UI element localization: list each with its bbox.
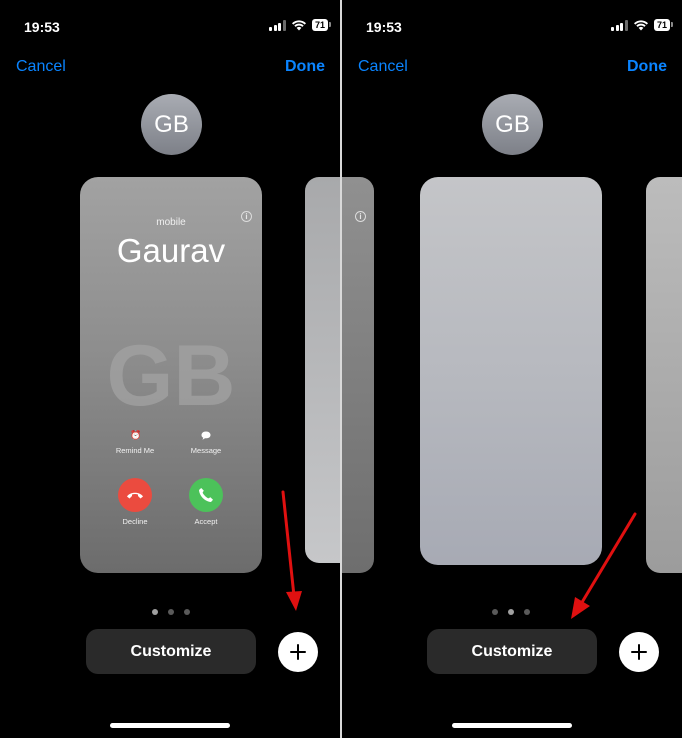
status-time: 19:53 — [24, 19, 60, 35]
signal-icon — [611, 19, 628, 31]
contact-poster-card[interactable]: i mobile Gaurav GB ⏰ Remind Me Message D… — [80, 177, 262, 573]
add-poster-button[interactable] — [619, 632, 659, 672]
poster-label: mobile — [156, 217, 186, 228]
alarm-icon: ⏰ — [130, 430, 142, 440]
phone-accept-icon — [199, 488, 213, 502]
home-indicator — [452, 723, 572, 728]
previous-poster-card[interactable]: i — [342, 177, 374, 573]
status-icons: 71 — [269, 19, 332, 31]
next-poster-card[interactable] — [305, 177, 340, 563]
battery-icon: 71 — [653, 19, 674, 31]
message-action: Message — [176, 431, 236, 455]
page-dot-2 — [508, 609, 514, 615]
battery-icon: 71 — [311, 19, 332, 31]
status-icons: 71 — [611, 19, 674, 31]
remind-me-label: Remind Me — [115, 446, 155, 455]
customize-button[interactable]: Customize — [427, 629, 597, 674]
done-button[interactable]: Done — [285, 58, 325, 76]
message-icon — [201, 431, 211, 440]
signal-icon — [269, 19, 286, 31]
page-dot-3 — [524, 609, 530, 615]
decline-label: Decline — [122, 517, 148, 526]
page-dot-1 — [492, 609, 498, 615]
page-dots — [492, 609, 530, 615]
wifi-icon — [633, 20, 648, 31]
page-dot-2 — [168, 609, 174, 615]
accept-button — [189, 478, 223, 512]
next-poster-card[interactable] — [646, 177, 682, 573]
left-screen: 19:53 71 Cancel Done GB i mobile Gaurav … — [0, 0, 340, 738]
page-dots — [152, 609, 190, 615]
status-time: 19:53 — [366, 19, 402, 35]
wifi-icon — [291, 20, 306, 31]
done-button[interactable]: Done — [627, 58, 667, 76]
new-poster-card[interactable] — [420, 177, 602, 565]
plus-icon — [290, 644, 306, 660]
avatar: GB — [141, 94, 202, 155]
phone-decline-icon — [127, 492, 143, 499]
decline-button — [118, 478, 152, 512]
right-screen: 19:53 71 Cancel Done GB i Customize — [342, 0, 682, 738]
message-label: Message — [190, 446, 222, 455]
remind-me-action: ⏰ Remind Me — [105, 430, 165, 456]
avatar: GB — [482, 94, 543, 155]
plus-icon — [631, 644, 647, 660]
poster-monogram: GB — [106, 328, 236, 424]
home-indicator — [110, 723, 230, 728]
cancel-button[interactable]: Cancel — [16, 58, 66, 76]
poster-name: Gaurav — [116, 232, 226, 269]
add-poster-button[interactable] — [278, 632, 318, 672]
page-dot-1 — [152, 609, 158, 615]
cancel-button[interactable]: Cancel — [358, 58, 408, 76]
page-dot-3 — [184, 609, 190, 615]
accept-label: Accept — [194, 517, 218, 526]
customize-button[interactable]: Customize — [86, 629, 256, 674]
info-icon: i — [355, 211, 366, 222]
